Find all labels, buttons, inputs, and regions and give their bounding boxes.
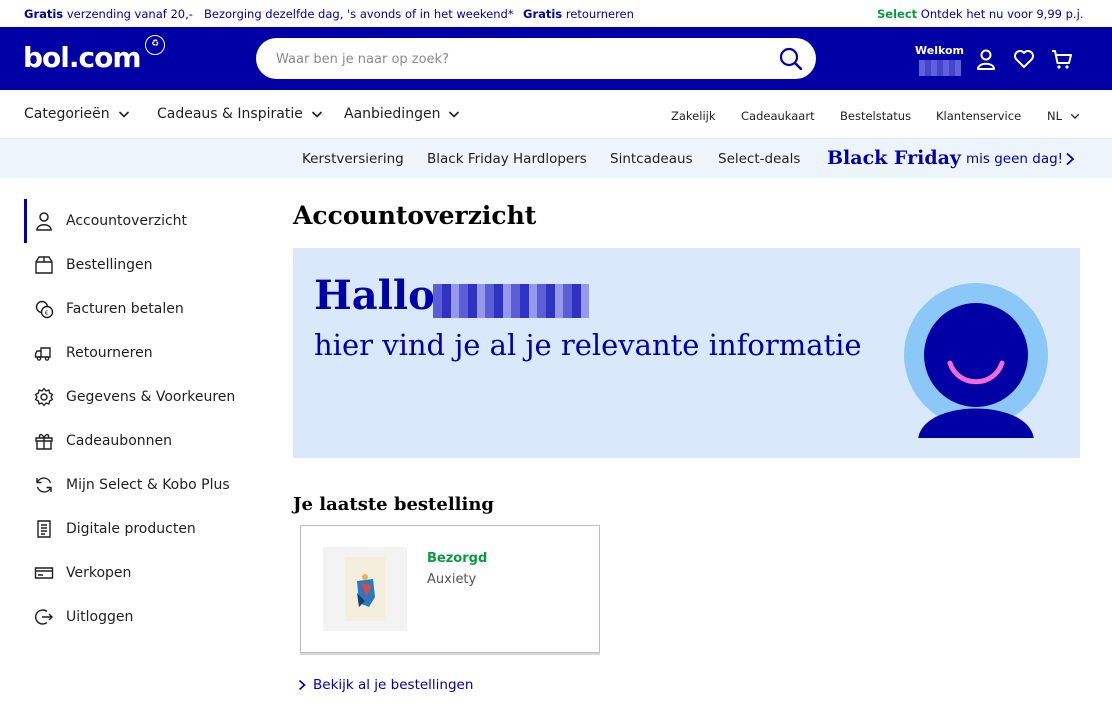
chevron-down-icon	[311, 111, 322, 118]
usp-shipping: Gratis verzending vanaf 20,-	[24, 7, 193, 21]
cart-icon[interactable]	[1050, 47, 1074, 71]
usp-bar: Gratis verzending vanaf 20,- Bezorging d…	[0, 0, 1112, 27]
sidebar-item-label: Retourneren	[66, 345, 153, 361]
logout-icon	[35, 609, 53, 625]
book-cover-icon	[345, 557, 385, 621]
avatar-illustration-icon	[901, 283, 1051, 440]
chevron-down-icon	[118, 111, 129, 118]
nav-business[interactable]: Zakelijk	[671, 109, 716, 123]
hero-greeting: Hallo	[314, 272, 435, 319]
account-icon[interactable]	[974, 47, 998, 71]
sidebar-item-label: Mijn Select & Kobo Plus	[66, 477, 230, 493]
search-icon[interactable]	[778, 46, 804, 72]
page-title: Accountoverzicht	[293, 201, 537, 230]
coins-icon: €	[35, 300, 54, 319]
promo-link[interactable]: Kerstversiering	[302, 151, 404, 167]
sidebar-item-selling[interactable]: Verkopen	[24, 551, 264, 595]
usp-select[interactable]: Select Ontdek het nu voor 9,99 p.j.	[877, 7, 1083, 21]
sidebar-item-label: Verkopen	[66, 565, 132, 581]
hero-username-blurred	[433, 284, 589, 318]
nav-order-status[interactable]: Bestelstatus	[840, 109, 911, 123]
promo-link[interactable]: Sintcadeaus	[610, 151, 693, 167]
sidebar-item-orders[interactable]: Bestellingen	[24, 243, 264, 287]
chevron-down-icon	[1070, 113, 1080, 120]
sidebar-item-invoices[interactable]: € Facturen betalen	[24, 287, 264, 331]
search-bar	[256, 38, 816, 79]
wishlist-heart-icon[interactable]	[1012, 47, 1036, 71]
product-thumbnail	[323, 547, 407, 631]
svg-text:€: €	[45, 310, 49, 317]
promo-link[interactable]: Black Friday Hardlopers	[427, 151, 587, 167]
logo-leaf-icon: ♻	[145, 35, 165, 55]
chevron-right-icon[interactable]	[1064, 152, 1076, 166]
welcome-hero: Hallo hier vind je al je relevante infor…	[293, 248, 1080, 458]
gift-icon	[35, 433, 53, 450]
main-nav: Categorieën Cadeaus & Inspiratie Aanbied…	[0, 90, 1112, 139]
card-icon	[34, 567, 54, 579]
nav-categories[interactable]: Categorieën	[24, 106, 130, 122]
sidebar-item-digital-products[interactable]: Digitale producten	[24, 507, 264, 551]
site-header: bol.com ♻ Welkom	[0, 27, 1112, 90]
sidebar-item-select-kobo[interactable]: Mijn Select & Kobo Plus	[24, 463, 264, 507]
black-friday-tagline[interactable]: mis geen dag!	[966, 151, 1063, 167]
promo-link[interactable]: Select-deals	[718, 151, 800, 167]
sidebar-item-label: Accountoverzicht	[66, 213, 188, 229]
user-icon	[36, 212, 52, 231]
sidebar-item-settings[interactable]: Gegevens & Voorkeuren	[24, 375, 264, 419]
sidebar-item-account-overview[interactable]: Accountoverzicht	[24, 199, 264, 243]
nav-giftcard[interactable]: Cadeaukaart	[741, 109, 815, 123]
sidebar-item-returns[interactable]: Retourneren	[24, 331, 264, 375]
search-input[interactable]	[276, 48, 756, 70]
hero-subtitle: hier vind je al je relevante informatie	[314, 328, 862, 362]
sidebar-item-label: Gegevens & Voorkeuren	[66, 389, 236, 405]
promo-bar: Kerstversiering Black Friday Hardlopers …	[0, 139, 1112, 178]
sidebar-item-label: Uitloggen	[66, 609, 134, 625]
last-order-card[interactable]: Bezorgd Auxiety	[300, 525, 600, 653]
last-order-heading: Je laatste bestelling	[293, 494, 495, 515]
sidebar-item-label: Cadeaubonnen	[66, 433, 172, 449]
usp-delivery: Bezorging dezelfde dag, 's avonds of in …	[204, 7, 514, 21]
gear-icon	[34, 387, 54, 407]
language-selector[interactable]: NL	[1047, 109, 1080, 123]
chevron-down-icon	[449, 111, 460, 118]
black-friday-banner[interactable]: Black Friday	[827, 147, 961, 169]
welcome-label: Welkom	[915, 44, 965, 57]
view-all-orders-label: Bekijk al je bestellingen	[313, 677, 474, 693]
nav-gifts[interactable]: Cadeaus & Inspiratie	[157, 106, 323, 122]
return-truck-icon	[34, 347, 51, 361]
sidebar-item-label: Facturen betalen	[66, 301, 184, 317]
view-all-orders-link[interactable]: Bekijk al je bestellingen	[297, 677, 473, 693]
chevron-right-icon	[298, 679, 306, 691]
usp-returns: Gratis retourneren	[523, 7, 634, 21]
package-icon	[35, 256, 53, 274]
order-product-name: Auxiety	[427, 572, 477, 587]
sidebar-item-giftcards[interactable]: Cadeaubonnen	[24, 419, 264, 463]
document-icon	[37, 520, 51, 538]
nav-customer-service[interactable]: Klantenservice	[936, 109, 1021, 123]
sidebar-item-label: Bestellingen	[66, 257, 153, 273]
sidebar-item-label: Digitale producten	[66, 521, 196, 537]
account-sidebar: Accountoverzicht Bestellingen € Facturen…	[24, 199, 264, 639]
bol-logo[interactable]: bol.com	[23, 41, 142, 74]
nav-deals[interactable]: Aanbiedingen	[344, 106, 460, 122]
order-status: Bezorgd	[427, 551, 488, 566]
refresh-icon	[36, 477, 52, 493]
username-blurred	[919, 60, 961, 76]
sidebar-item-logout[interactable]: Uitloggen	[24, 595, 264, 639]
